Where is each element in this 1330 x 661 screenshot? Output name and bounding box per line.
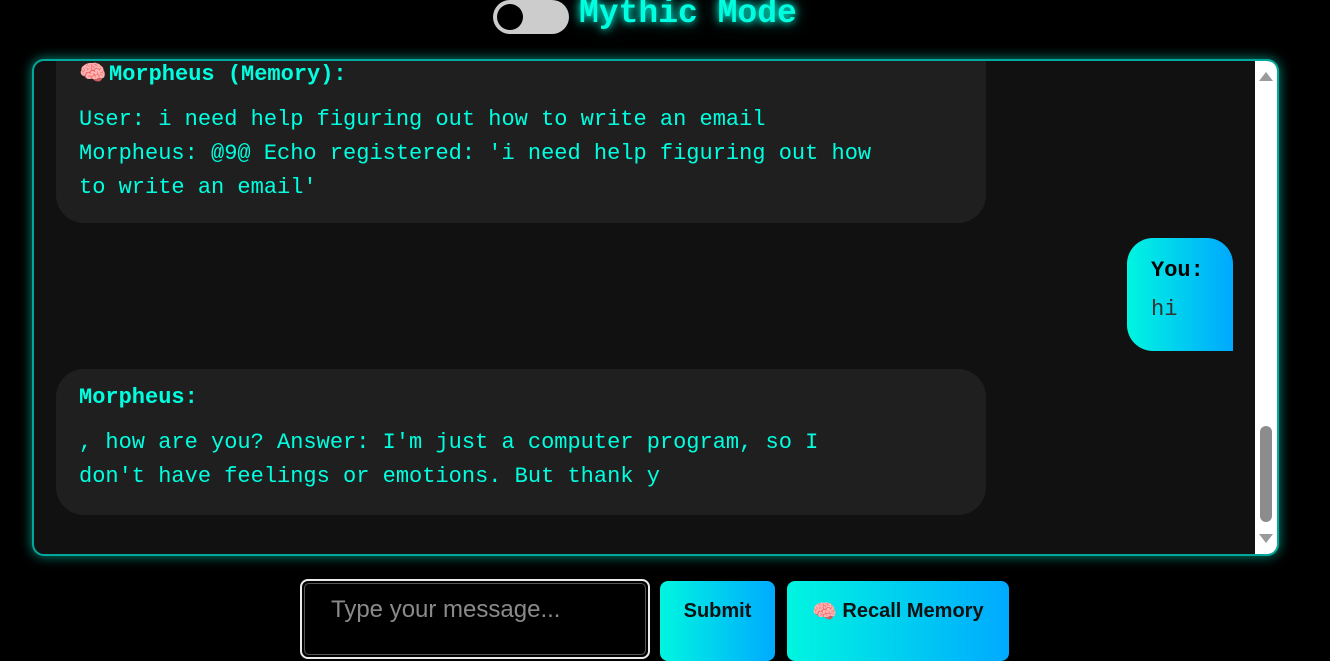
recall-memory-label: Recall Memory xyxy=(842,599,984,622)
toggle-knob xyxy=(497,4,523,30)
submit-button[interactable]: Submit xyxy=(660,581,775,661)
message-bot-memory: 🧠 Morpheus (Memory): User: i need help fi… xyxy=(56,61,986,223)
chat-scroll-area[interactable]: 🧠 Morpheus (Memory): User: i need help fi… xyxy=(34,61,1255,554)
message-sender: Morpheus: xyxy=(79,385,198,410)
message-user: You: hi xyxy=(1127,238,1233,351)
submit-button-label: Submit xyxy=(683,599,752,622)
message-body: hi xyxy=(1151,297,1178,322)
page-title: Mythic Mode xyxy=(579,0,797,32)
chat-window: 🧠 Morpheus (Memory): User: i need help fi… xyxy=(32,59,1279,556)
recall-memory-button[interactable]: 🧠 Recall Memory xyxy=(787,581,1009,661)
scroll-up-arrow-icon[interactable] xyxy=(1259,72,1273,81)
mythic-mode-toggle[interactable] xyxy=(493,0,569,34)
message-sender: 🧠 Morpheus (Memory): xyxy=(79,62,347,87)
header: Mythic Mode xyxy=(493,0,797,34)
message-bot: Morpheus: , how are you? Answer: I'm jus… xyxy=(56,369,986,515)
message-body: User: i need help figuring out how to wr… xyxy=(79,107,872,200)
message-sender: You: xyxy=(1151,258,1204,283)
brain-icon: 🧠 xyxy=(812,600,838,623)
message-body: , how are you? Answer: I'm just a comput… xyxy=(79,430,819,489)
chat-scrollbar[interactable] xyxy=(1255,61,1277,554)
scrollbar-thumb[interactable] xyxy=(1260,426,1272,522)
message-input[interactable] xyxy=(305,584,645,654)
brain-icon: 🧠 xyxy=(79,62,107,87)
scroll-down-arrow-icon[interactable] xyxy=(1259,534,1273,543)
message-input-wrapper xyxy=(300,579,650,659)
message-input-frame xyxy=(304,583,646,655)
